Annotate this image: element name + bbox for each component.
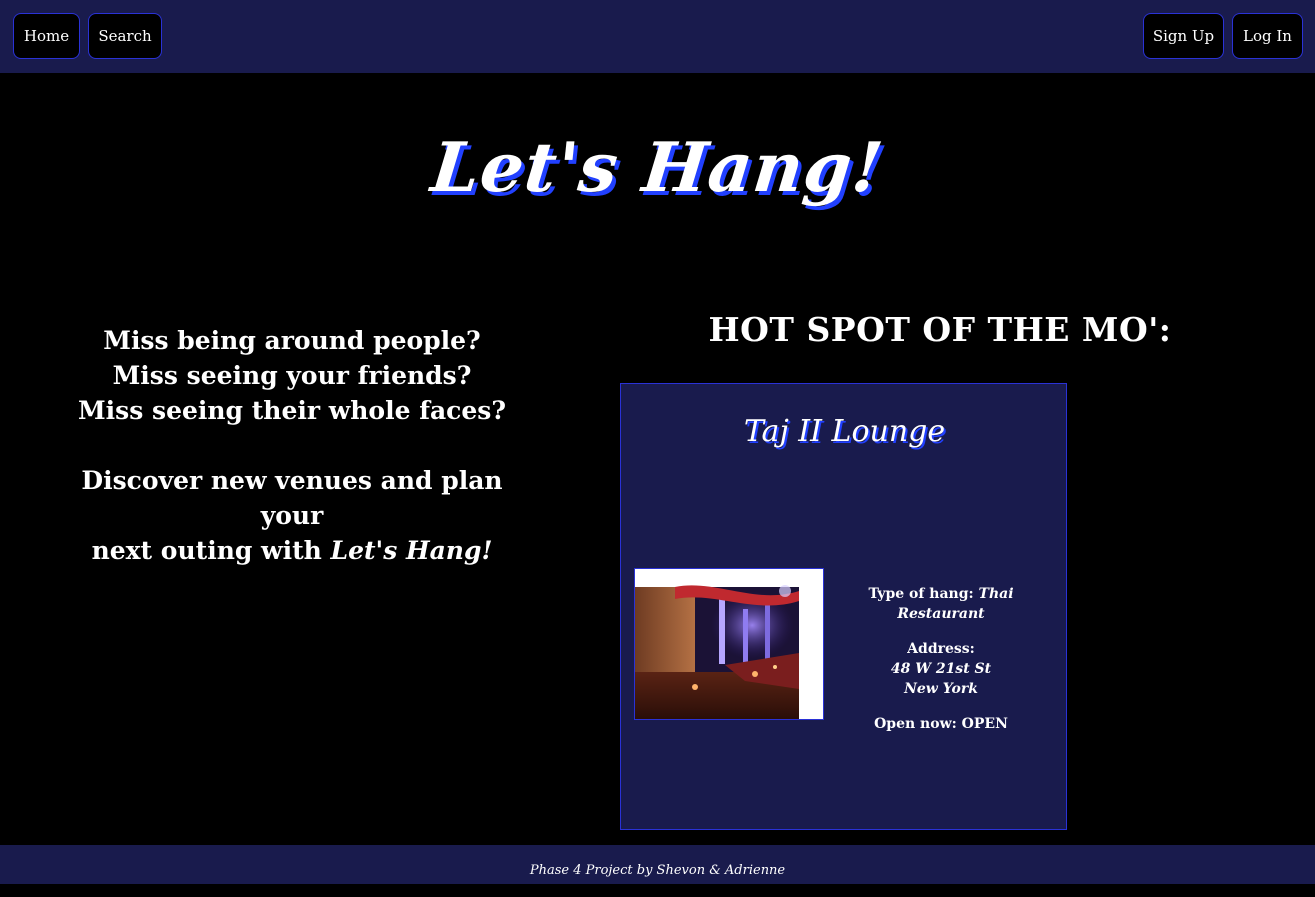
venue-type: Type of hang: Thai Restaurant <box>826 584 1056 624</box>
pitch-text: Miss being around people? Miss seeing yo… <box>52 323 532 568</box>
venue-photo <box>634 568 824 720</box>
venue-address-label: Address: <box>907 641 975 657</box>
venue-name: Taj II Lounge <box>743 414 946 449</box>
venue-type-label: Type of hang: <box>868 586 979 602</box>
venue-details: Type of hang: Thai Restaurant Address: 4… <box>826 584 1056 749</box>
pitch-line: next outing with Let's Hang! <box>52 533 532 568</box>
footer-credit: Phase 4 Project by Shevon & Adrienne <box>529 863 786 878</box>
navbar: Home Search Sign Up Log In <box>0 0 1315 73</box>
venue-address-line2: New York <box>904 681 978 697</box>
hot-spot-heading: HOT SPOT OF THE MO': <box>708 310 1172 349</box>
footer: Phase 4 Project by Shevon & Adrienne <box>0 845 1315 884</box>
pitch-line: Discover new venues and plan your <box>81 466 503 530</box>
venue-open-label: Open now: <box>874 716 962 732</box>
search-button[interactable]: Search <box>88 13 162 59</box>
log-in-button[interactable]: Log In <box>1232 13 1303 59</box>
sign-up-button[interactable]: Sign Up <box>1143 13 1224 59</box>
venue-card[interactable]: Taj II Lounge Type of hang: Thai Restaur… <box>620 383 1067 830</box>
venue-address: Address: 48 W 21st St New York <box>826 639 1056 699</box>
pitch-line: Miss being around people? <box>103 326 481 355</box>
pitch-line: Miss seeing their whole faces? <box>77 396 507 425</box>
home-button[interactable]: Home <box>13 13 80 59</box>
pitch-line: Miss seeing your friends? <box>112 361 472 390</box>
brand-name: Let's Hang! <box>330 536 493 565</box>
venue-open-status: Open now: OPEN <box>826 714 1056 734</box>
venue-address-line1: 48 W 21st St <box>890 661 992 677</box>
venue-open-value: OPEN <box>961 716 1008 732</box>
pitch-line-prefix: next outing with <box>91 536 331 565</box>
site-title: Let's Hang! <box>427 128 888 208</box>
venue-photo-image <box>635 569 823 719</box>
